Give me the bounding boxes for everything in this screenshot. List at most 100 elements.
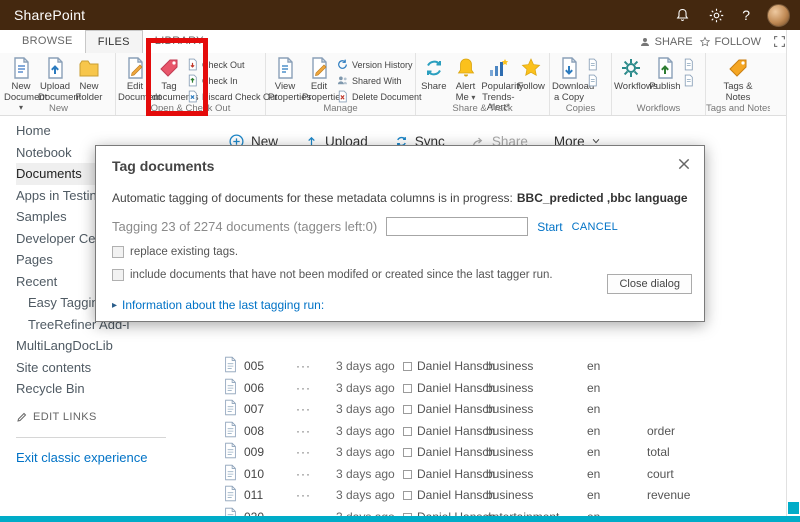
upload-document-label: Upload Document	[38, 82, 72, 103]
vertical-scrollbar[interactable]	[786, 30, 800, 516]
sidebar-item-home[interactable]: Home	[16, 120, 210, 142]
help-icon[interactable]: ?	[742, 7, 750, 23]
row-more-icon[interactable]: ···	[296, 464, 311, 486]
close-icon[interactable]	[676, 156, 692, 172]
edit-links-button[interactable]: EDIT LINKS	[16, 407, 210, 427]
doc-name[interactable]: 006	[244, 378, 264, 400]
focus-mode-icon[interactable]	[773, 35, 786, 48]
extra-cell: revenue	[647, 485, 690, 507]
alert-me-button[interactable]: Alert Me ▾	[450, 54, 482, 103]
vertical-scrollbar-thumb[interactable]	[788, 502, 799, 514]
tagger-input[interactable]	[386, 217, 528, 236]
workflow-small-icon-button[interactable]	[682, 57, 695, 72]
ribbon-tab-bar: BROWSE FILES LIBRARY SHARE FOLLOW	[0, 30, 800, 53]
doc-name[interactable]: 005	[244, 356, 264, 378]
table-row[interactable]: 009 ··· 3 days ago Daniel Hansch busines…	[210, 442, 786, 464]
tab-browse[interactable]: BROWSE	[10, 30, 85, 53]
version-history-button[interactable]: Version History	[336, 57, 422, 72]
modified-by[interactable]: Daniel Hansch	[417, 399, 495, 421]
row-more-icon[interactable]: ···	[296, 399, 311, 421]
tags-notes-button[interactable]: Tags & Notes	[721, 54, 755, 103]
language-cell: en	[587, 485, 600, 507]
doc-name[interactable]: 010	[244, 464, 264, 486]
close-dialog-button[interactable]: Close dialog	[607, 274, 692, 294]
modified-by[interactable]: Daniel Hansch	[417, 464, 495, 486]
row-more-icon[interactable]: ···	[296, 421, 311, 443]
upload-document-icon	[43, 56, 67, 80]
presence-indicator	[403, 448, 412, 457]
share-button[interactable]: Share	[418, 54, 450, 93]
language-cell: en	[587, 399, 600, 421]
include-unmodified-option: include documents that have not been mod…	[112, 268, 688, 282]
doc-name[interactable]: 011	[244, 485, 263, 507]
follow-button[interactable]: Follow	[515, 54, 547, 93]
expand-triangle-icon: ▸	[112, 300, 117, 311]
table-row[interactable]: 007 ··· 3 days ago Daniel Hansch busines…	[210, 399, 786, 421]
document-icon	[224, 378, 237, 400]
exit-classic-experience-link[interactable]: Exit classic experience	[16, 447, 210, 468]
doc-name[interactable]: 007	[244, 399, 264, 421]
table-row[interactable]: 010 ··· 3 days ago Daniel Hansch busines…	[210, 464, 786, 486]
app-title[interactable]: SharePoint	[14, 7, 85, 23]
table-row[interactable]: 008 ··· 3 days ago Daniel Hansch busines…	[210, 421, 786, 443]
row-more-icon[interactable]: ···	[296, 442, 311, 464]
doc-name[interactable]: 008	[244, 421, 264, 443]
edit-properties-button[interactable]: Edit Properties	[302, 54, 336, 103]
modified-by[interactable]: Daniel Hansch	[417, 485, 495, 507]
shared-with-button[interactable]: Shared With	[336, 73, 422, 88]
modified-date: 3 days ago	[336, 464, 395, 486]
start-link[interactable]: Start	[537, 220, 562, 234]
download-a-copy-button[interactable]: Download a Copy	[552, 54, 586, 103]
workflows-button[interactable]: Workflows	[614, 54, 648, 93]
sidebar-item-multilangdoclib[interactable]: MultiLangDocLib	[16, 335, 210, 357]
row-more-icon[interactable]: ···	[296, 356, 311, 378]
upload-document-button[interactable]: Upload Document	[38, 54, 72, 103]
workflows-small-buttons	[682, 54, 695, 88]
category-cell: business	[486, 485, 533, 507]
last-tagging-run-link[interactable]: ▸ Information about the last tagging run…	[112, 298, 688, 312]
workflow-small-icon-button[interactable]	[682, 73, 695, 88]
row-more-icon[interactable]: ···	[296, 485, 311, 507]
row-more-icon[interactable]: ···	[296, 378, 311, 400]
sidebar-item-site-contents[interactable]: Site contents	[16, 357, 210, 379]
share-action[interactable]: SHARE	[639, 36, 693, 48]
presence-indicator	[403, 362, 412, 371]
category-cell: business	[486, 464, 533, 486]
modified-by[interactable]: Daniel Hansch	[417, 442, 495, 464]
publish-button[interactable]: Publish	[648, 54, 682, 93]
shared-with-icon	[336, 74, 349, 87]
include-unmodified-checkbox[interactable]	[112, 269, 124, 281]
send-to-icon-button[interactable]	[586, 57, 599, 72]
table-row[interactable]: 006 ··· 3 days ago Daniel Hansch busines…	[210, 378, 786, 400]
sidebar-item-recycle-bin[interactable]: Recycle Bin	[16, 378, 210, 400]
small-doc-icon	[586, 58, 599, 71]
new-folder-button[interactable]: New Folder	[72, 54, 106, 103]
follow-action[interactable]: FOLLOW	[699, 36, 761, 48]
suite-bar: SharePoint ?	[0, 0, 800, 30]
manage-copies-icon-button[interactable]	[586, 73, 599, 88]
gear-icon[interactable]	[708, 7, 725, 24]
doc-name[interactable]: 009	[244, 442, 264, 464]
view-properties-label: View Properties	[268, 82, 302, 103]
modified-by[interactable]: Daniel Hansch	[417, 356, 495, 378]
language-cell: en	[587, 464, 600, 486]
cancel-link[interactable]: CANCEL	[572, 221, 618, 233]
follow-icon	[519, 56, 543, 80]
view-properties-button[interactable]: View Properties	[268, 54, 302, 103]
avatar[interactable]	[767, 4, 790, 27]
modified-date: 3 days ago	[336, 421, 395, 443]
horizontal-scrollbar[interactable]	[0, 516, 800, 522]
presence-indicator	[403, 427, 412, 436]
modified-by[interactable]: Daniel Hansch	[417, 378, 495, 400]
ribbon-group-tags-notes: Tags & Notes Tags and Notes	[706, 53, 770, 115]
modified-by[interactable]: Daniel Hansch	[417, 421, 495, 443]
replace-tags-checkbox[interactable]	[112, 246, 124, 258]
dialog-status-row: Tagging 23 of 2274 documents (taggers le…	[112, 217, 688, 236]
bell-icon[interactable]	[674, 7, 691, 24]
share-action-label: SHARE	[655, 36, 693, 48]
sharepoint-classic-page: SharePoint ? BROWSE FILES LIBRARY SHARE …	[0, 0, 800, 522]
table-row[interactable]: 011 ··· 3 days ago Daniel Hansch busines…	[210, 485, 786, 507]
document-icon	[224, 464, 237, 486]
table-row[interactable]: 005 ··· 3 days ago Daniel Hansch busines…	[210, 356, 786, 378]
tab-files[interactable]: FILES	[85, 30, 143, 53]
